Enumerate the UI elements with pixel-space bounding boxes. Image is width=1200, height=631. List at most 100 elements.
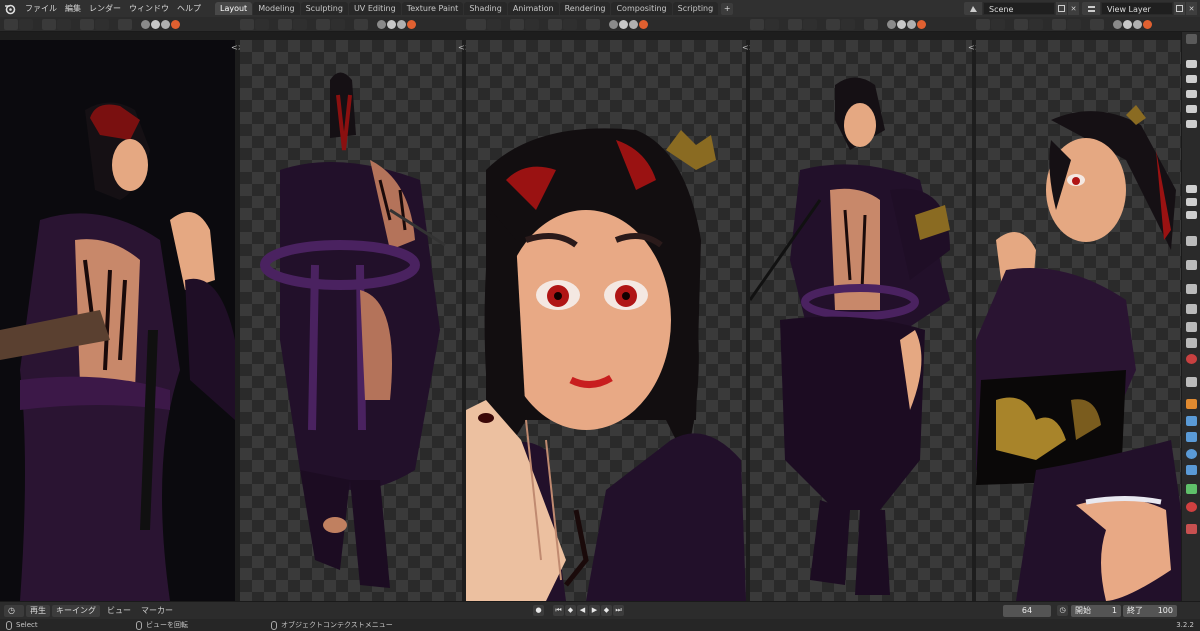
material-shading-icon[interactable] [907,20,916,29]
blender-logo-icon[interactable] [3,2,17,16]
playback-menu[interactable]: 再生 [26,604,50,617]
rendered-shading-icon[interactable] [171,20,180,29]
gizmo-toggle[interactable] [826,19,840,30]
gizmo-toggle[interactable] [548,19,562,30]
jump-end-button[interactable]: ⏭ [613,605,624,616]
current-frame-field[interactable]: 64 [1003,604,1051,617]
tab-compositing[interactable]: Compositing [611,2,672,15]
material-shading-icon[interactable] [629,20,638,29]
overlay-toggle[interactable] [1090,19,1104,30]
view-toggle[interactable] [510,19,524,30]
rendered-shading-icon[interactable] [1143,20,1152,29]
scene-close-button[interactable]: ✕ [1068,2,1079,15]
editor-type-button[interactable] [240,19,254,30]
add-workspace-button[interactable]: + [721,2,734,15]
rendered-shading-icon[interactable] [407,20,416,29]
view-menu[interactable]: ビュー [102,605,136,616]
view-layer-close-button[interactable]: ✕ [1186,2,1197,15]
object-data-icon[interactable] [1186,484,1197,494]
tool-settings-icon[interactable] [1186,236,1197,246]
play-icon[interactable]: ▶ [589,605,600,616]
marker-menu[interactable]: マーカー [136,605,178,616]
material-shading-icon[interactable] [161,20,170,29]
viewport-1[interactable] [0,40,235,601]
rendered-shading-icon[interactable] [917,20,926,29]
jump-next-keyframe-button[interactable]: ◆ [601,605,612,616]
wireframe-shading-icon[interactable] [141,20,150,29]
scene-copy-button[interactable] [1056,2,1067,15]
solid-shading-icon[interactable] [1123,20,1132,29]
scene-properties-icon[interactable] [1186,338,1197,348]
output-properties-icon[interactable] [1186,304,1197,314]
view-layer-copy-button[interactable] [1174,2,1185,15]
wireframe-shading-icon[interactable] [377,20,386,29]
gizmo-toggle[interactable] [80,19,94,30]
menu-file[interactable]: ファイル [21,0,61,17]
view-toggle[interactable] [278,19,292,30]
texture-icon[interactable] [1186,524,1197,534]
wireframe-shading-icon[interactable] [887,20,896,29]
particles-icon[interactable] [1186,432,1197,442]
camera-icon[interactable] [1186,105,1197,113]
viewport-3[interactable] [466,40,746,601]
camera-icon[interactable] [1186,60,1197,68]
clock-icon[interactable]: ◷ [1057,605,1068,616]
editor-type-button[interactable] [4,19,18,30]
tab-animation[interactable]: Animation [507,2,559,15]
view-toggle[interactable] [1014,19,1028,30]
gizmo-toggle[interactable] [316,19,330,30]
play-reverse-button[interactable]: ◀ [577,605,588,616]
view-layer-name-field[interactable]: View Layer [1101,2,1173,15]
wireframe-shading-icon[interactable] [1113,20,1122,29]
tab-texture-paint[interactable]: Texture Paint [401,2,464,15]
world-properties-icon[interactable] [1186,354,1197,364]
render-properties-icon[interactable] [1186,284,1197,294]
start-frame-field[interactable]: 開始 1 [1071,604,1121,617]
camera-icon[interactable] [1186,90,1197,98]
material-shading-icon[interactable] [397,20,406,29]
jump-start-button[interactable]: ⏮ [553,605,564,616]
menu-render[interactable]: レンダー [85,0,125,17]
tab-sculpting[interactable]: Sculpting [300,2,348,15]
tab-shading[interactable]: Shading [464,2,507,15]
material-shading-icon[interactable] [1133,20,1142,29]
overlay-toggle[interactable] [118,19,132,30]
editor-type-button[interactable] [466,19,486,30]
scene-icon[interactable] [964,2,982,15]
tab-uv-editing[interactable]: UV Editing [348,2,401,15]
solid-shading-icon[interactable] [151,20,160,29]
menu-help[interactable]: ヘルプ [173,0,205,17]
physics-icon[interactable] [1186,449,1197,459]
tab-rendering[interactable]: Rendering [559,2,611,15]
view-toggle[interactable] [788,19,802,30]
editor-type-button[interactable] [750,19,764,30]
overlay-toggle[interactable] [354,19,368,30]
wrench-icon[interactable] [1186,416,1197,426]
jump-prev-keyframe-button[interactable]: ◆ [565,605,576,616]
viewport-5[interactable] [976,40,1181,601]
overlay-toggle[interactable] [586,19,600,30]
tab-modeling[interactable]: Modeling [253,2,300,15]
scene-name-field[interactable]: Scene [983,2,1055,15]
wrench-icon[interactable] [1186,260,1197,270]
constraints-icon[interactable] [1186,465,1197,475]
editor-type-button[interactable] [976,19,990,30]
view-layer-icon[interactable] [1082,2,1100,15]
overlay-toggle[interactable] [864,19,878,30]
rendered-shading-icon[interactable] [639,20,648,29]
end-frame-field[interactable]: 終了 100 [1123,604,1177,617]
record-button[interactable]: ● [533,605,544,616]
material-icon[interactable] [1186,502,1197,512]
gizmo-toggle[interactable] [1052,19,1066,30]
tab-layout[interactable]: Layout [215,2,253,15]
tab-scripting[interactable]: Scripting [672,2,719,15]
clock-icon[interactable]: ◷ [4,604,24,617]
solid-shading-icon[interactable] [897,20,906,29]
keying-menu[interactable]: キーイング [52,604,100,617]
menu-window[interactable]: ウィンドウ [125,0,173,17]
menu-edit[interactable]: 編集 [61,0,85,17]
wireframe-shading-icon[interactable] [609,20,618,29]
collection-properties-icon[interactable] [1186,377,1197,387]
solid-shading-icon[interactable] [619,20,628,29]
view-toggle[interactable] [42,19,56,30]
